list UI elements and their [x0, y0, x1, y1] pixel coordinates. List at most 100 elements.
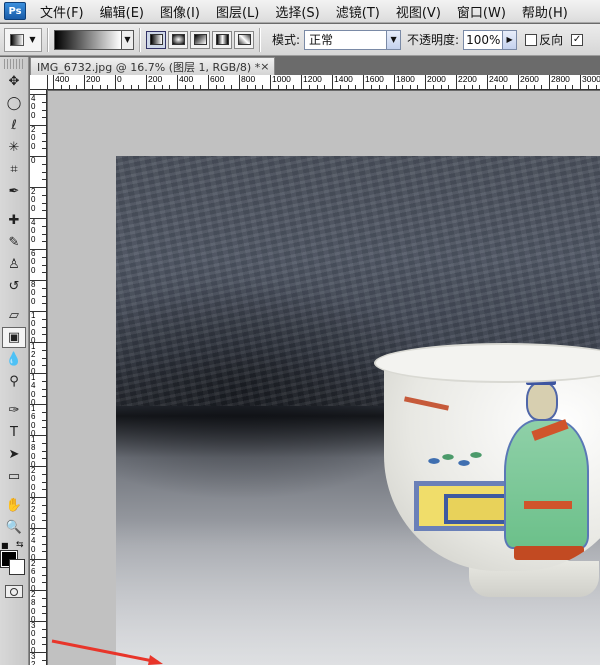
- magic-wand-tool-button[interactable]: ✳: [2, 137, 26, 158]
- tool-preset-picker[interactable]: ▼: [4, 27, 42, 52]
- reflected-gradient-button[interactable]: [212, 30, 232, 49]
- dither-checkbox[interactable]: ✓: [571, 33, 584, 46]
- angle-gradient-button[interactable]: [190, 30, 210, 49]
- close-icon[interactable]: ×: [260, 60, 269, 73]
- toolbox-divider: [0, 203, 28, 209]
- diamond-gradient-icon: [237, 34, 251, 45]
- color-swatches: ■ ⇆: [0, 540, 28, 581]
- menu-file[interactable]: 文件(F): [34, 2, 94, 21]
- eyedropper-tool-button[interactable]: ✒: [2, 181, 26, 202]
- swap-colors-icon[interactable]: ⇆: [16, 540, 24, 550]
- toolbox-divider: [0, 393, 28, 399]
- ruler-tick: [42, 574, 46, 576]
- ruler-label: 2400: [487, 75, 508, 89]
- toolbox-grip[interactable]: [4, 59, 24, 69]
- ruler-tick: [417, 85, 419, 89]
- vertical-ruler[interactable]: 4002000200400600800100012001400160018002…: [30, 90, 47, 665]
- shape-tool-icon: ▭: [7, 469, 21, 484]
- ruler-label: 2600: [30, 559, 46, 594]
- type-tool-button[interactable]: T: [2, 422, 26, 443]
- toolbox: ✥ ◯ ℓ ✳ ⌗ ✒ ✚ ✎ ♙ ↺ ▱ ▣ 💧 ⚲ ✑ T ➤ ▭ ✋ 🔍 ■ ⇆: [0, 57, 29, 665]
- shape-tool-button[interactable]: ▭: [2, 466, 26, 487]
- menu-help[interactable]: 帮助(H): [516, 2, 578, 21]
- ruler-tick: [324, 85, 326, 89]
- menu-edit[interactable]: 编辑(E): [94, 2, 154, 21]
- healing-brush-tool-button[interactable]: ✚: [2, 210, 26, 231]
- gradient-picker[interactable]: ▼: [54, 29, 134, 50]
- clone-stamp-tool-button[interactable]: ♙: [2, 254, 26, 275]
- ruler-tick: [355, 85, 357, 89]
- path-selection-tool-button[interactable]: ➤: [2, 444, 26, 465]
- ruler-label: 2800: [549, 75, 570, 89]
- blur-tool-icon: 💧: [5, 352, 23, 367]
- ruler-tick: [440, 85, 442, 89]
- history-brush-tool-button[interactable]: ↺: [2, 276, 26, 297]
- menu-select[interactable]: 选择(S): [269, 2, 329, 21]
- radial-gradient-icon: [171, 34, 185, 45]
- opacity-slider-toggle[interactable]: ▶: [503, 29, 518, 50]
- pen-tool-button[interactable]: ✑: [2, 400, 26, 421]
- eraser-tool-button[interactable]: ▱: [2, 305, 26, 326]
- dodge-tool-button[interactable]: ⚲: [2, 371, 26, 392]
- cup-figure-painting: [504, 373, 589, 571]
- angle-gradient-icon: [193, 34, 207, 45]
- document-tab[interactable]: IMG_6732.jpg @ 16.7% (图层 1, RGB/8) * ×: [30, 57, 275, 75]
- marquee-tool-button[interactable]: ◯: [2, 93, 26, 114]
- background-color-swatch[interactable]: [9, 559, 25, 575]
- ruler-tick: [42, 481, 46, 483]
- opacity-input[interactable]: 100%: [463, 29, 504, 50]
- ruler-label: 1200: [301, 75, 322, 89]
- menu-window[interactable]: 窗口(W): [451, 2, 516, 21]
- ruler-tick: [409, 85, 411, 89]
- magic-wand-tool-icon: ✳: [8, 140, 20, 155]
- ruler-tick: [316, 85, 318, 89]
- brush-tool-icon: ✎: [8, 235, 20, 250]
- reflected-gradient-icon: [215, 34, 229, 45]
- horizontal-ruler[interactable]: 400 200 0 200 400 600 800 1000 1200 1400 1600 1800 2…: [48, 75, 600, 90]
- document-tab-title: IMG_6732.jpg @ 16.7% (图层 1, RGB/8) *: [37, 60, 261, 74]
- ruler-tick: [42, 287, 46, 289]
- gradient-tool-button[interactable]: ▣: [2, 327, 26, 348]
- linear-gradient-icon: [149, 34, 163, 45]
- diamond-gradient-button[interactable]: [234, 30, 254, 49]
- ruler-label: 1400: [30, 373, 46, 408]
- menu-layer[interactable]: 图层(L): [210, 2, 269, 21]
- quick-mask-button[interactable]: [5, 585, 23, 598]
- document-image[interactable]: [116, 156, 600, 665]
- ruler-tick: [42, 504, 46, 506]
- move-tool-button[interactable]: ✥: [2, 71, 26, 92]
- ruler-tick: [42, 605, 46, 607]
- zoom-tool-button[interactable]: 🔍: [2, 517, 26, 538]
- mode-label: 模式:: [272, 33, 301, 47]
- quick-mask-icon: [10, 587, 18, 596]
- ruler-origin[interactable]: [30, 75, 48, 90]
- eyedropper-tool-icon: ✒: [8, 184, 20, 199]
- canvas-area[interactable]: [48, 91, 600, 665]
- radial-gradient-button[interactable]: [168, 30, 188, 49]
- blur-tool-button[interactable]: 💧: [2, 349, 26, 370]
- ruler-tick: [42, 535, 46, 537]
- menu-filter[interactable]: 滤镜(T): [330, 2, 390, 21]
- ruler-tick: [42, 442, 46, 444]
- ruler-tick: [370, 85, 372, 89]
- linear-gradient-button[interactable]: [146, 30, 166, 49]
- reverse-checkbox[interactable]: [525, 33, 538, 46]
- hand-tool-button[interactable]: ✋: [2, 495, 26, 516]
- ruler-tick: [91, 85, 93, 89]
- ruler-label: 2800: [30, 590, 46, 625]
- default-colors-icon[interactable]: ■: [1, 541, 9, 550]
- menu-image[interactable]: 图像(I): [154, 2, 210, 21]
- photoshop-logo-icon[interactable]: Ps: [4, 2, 26, 20]
- crop-tool-button[interactable]: ⌗: [2, 159, 26, 180]
- cup-body: [384, 361, 600, 571]
- ruler-tick: [42, 419, 46, 421]
- chevron-down-icon[interactable]: ▼: [386, 30, 401, 49]
- chevron-down-icon[interactable]: ▼: [121, 30, 133, 49]
- mode-select[interactable]: 正常 ▼: [304, 29, 402, 50]
- ruler-tick: [463, 85, 465, 89]
- brush-tool-button[interactable]: ✎: [2, 232, 26, 253]
- menu-view[interactable]: 视图(V): [390, 2, 451, 21]
- divider: [139, 27, 141, 52]
- path-selection-tool-icon: ➤: [8, 447, 20, 462]
- lasso-tool-button[interactable]: ℓ: [2, 115, 26, 136]
